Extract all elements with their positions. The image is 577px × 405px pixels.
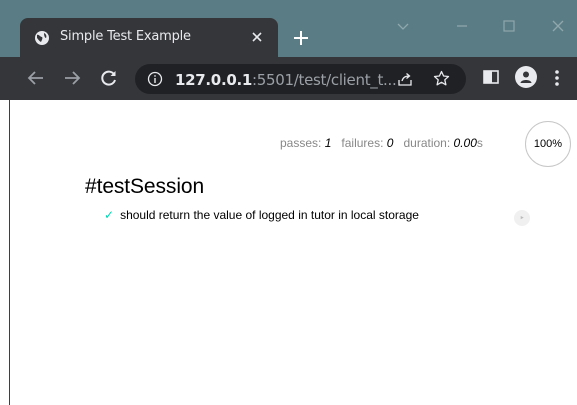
person-icon: [520, 71, 532, 83]
test-item[interactable]: ✓ should return the value of logged in tu…: [104, 208, 419, 222]
info-icon[interactable]: [147, 71, 163, 87]
suite-title[interactable]: #testSession: [85, 175, 204, 199]
browser-tab[interactable]: Simple Test Example: [20, 18, 278, 57]
progress-ring: 100%: [525, 121, 571, 167]
url-path: :5501/test/client_t...: [252, 71, 397, 89]
url-host: 127.0.0.1: [175, 71, 253, 89]
passes-value: 1: [324, 136, 332, 150]
tab-search-chevron-icon[interactable]: [395, 18, 411, 34]
replay-icon[interactable]: ‣: [514, 210, 530, 226]
failures-label: failures:: [341, 136, 384, 150]
duration-value: 0.00: [453, 136, 477, 150]
window-left-edge: [9, 100, 10, 405]
forward-arrow-icon[interactable]: [62, 68, 82, 88]
side-panel-icon[interactable]: [482, 68, 500, 86]
maximize-icon[interactable]: [501, 18, 517, 34]
close-window-icon[interactable]: [550, 18, 566, 34]
failures-value: 0: [386, 136, 394, 150]
globe-icon: [35, 31, 49, 45]
back-arrow-icon[interactable]: [26, 68, 46, 88]
address-bar[interactable]: 127.0.0.1:5501/test/client_t...: [135, 64, 466, 94]
mocha-stats: passes: 1 failures: 0 duration: 0.00s: [280, 136, 483, 150]
reload-icon[interactable]: [99, 68, 119, 88]
duration-unit: s: [476, 136, 483, 150]
new-tab-icon[interactable]: [290, 27, 312, 49]
browser-titlebar: Simple Test Example: [0, 0, 577, 57]
url-text: 127.0.0.1:5501/test/client_t...: [175, 71, 397, 89]
minimize-icon[interactable]: [454, 18, 470, 34]
tab-title: Simple Test Example: [60, 29, 191, 44]
bookmark-star-icon[interactable]: [433, 70, 450, 87]
share-icon[interactable]: [397, 71, 413, 87]
more-menu-icon[interactable]: [554, 68, 560, 88]
close-tab-icon[interactable]: [250, 30, 264, 44]
passes-label: passes:: [280, 136, 322, 150]
pass-check-icon: ✓: [104, 208, 115, 222]
duration-label: duration:: [403, 136, 451, 150]
test-title: should return the value of logged in tut…: [120, 208, 419, 222]
profile-avatar[interactable]: [515, 66, 537, 88]
